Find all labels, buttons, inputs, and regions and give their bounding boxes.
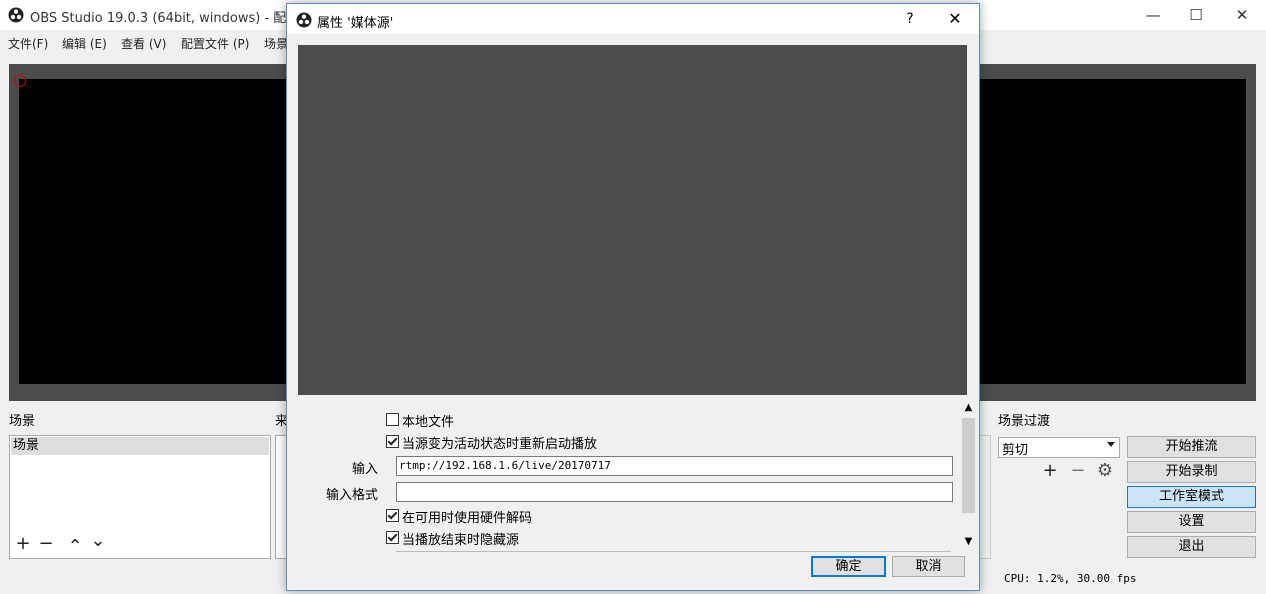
help-button[interactable]: ? — [899, 4, 921, 34]
input-format-label: 输入格式 — [325, 488, 378, 503]
chevron-up-icon[interactable]: ▲ — [960, 400, 977, 416]
remove-transition-icon[interactable]: − — [1068, 462, 1088, 480]
start-streaming-button[interactable]: 开始推流 — [1127, 436, 1256, 458]
remove-scene-icon[interactable]: − — [36, 535, 56, 553]
checkbox-icon[interactable] — [386, 531, 399, 544]
properties-scrollbar[interactable]: ▲ ▼ — [960, 400, 977, 550]
minimize-button[interactable]: — — [1130, 0, 1176, 30]
start-recording-button[interactable]: 开始录制 — [1127, 461, 1256, 483]
checkbox-icon[interactable] — [386, 435, 399, 448]
settings-button[interactable]: 设置 — [1127, 511, 1256, 533]
list-item[interactable]: 场景 — [11, 437, 269, 455]
close-button[interactable]: ✕ — [1219, 0, 1265, 30]
exit-button[interactable]: 退出 — [1127, 536, 1256, 558]
cancel-button[interactable]: 取消 — [892, 556, 965, 577]
studio-mode-button[interactable]: 工作室模式 — [1127, 486, 1256, 508]
input-format-field[interactable] — [396, 482, 953, 502]
properties-panel: 本地文件 当源变为活动状态时重新启动播放 输入 rtmp://192.168.1… — [298, 399, 977, 552]
chevron-down-icon[interactable]: ▼ — [960, 534, 977, 550]
menu-file[interactable]: 文件(F) — [8, 35, 48, 52]
restart-playback-label: 当源变为活动状态时重新启动播放 — [402, 437, 598, 452]
obs-logo-icon — [296, 12, 312, 28]
obs-logo-icon — [8, 7, 24, 23]
transition-value: 剪切 — [1002, 443, 1029, 458]
menu-view[interactable]: 查看 (V) — [121, 35, 166, 52]
move-up-icon[interactable]: ⌃ — [65, 538, 85, 556]
checkbox-icon[interactable] — [386, 509, 399, 522]
menu-edit[interactable]: 编辑 (E) — [62, 35, 107, 52]
hardware-decode-label: 在可用时使用硬件解码 — [402, 511, 533, 526]
transitions-dock-title: 场景过渡 — [998, 414, 1051, 429]
input-label: 输入 — [351, 462, 378, 477]
gear-icon[interactable]: ⚙ — [1095, 462, 1115, 480]
source-handle-icon[interactable] — [14, 75, 26, 87]
properties-dialog: 属性 '媒体源' ? ✕ 本地文件 当源变为活动状态时重新启动播放 输入 rtm… — [286, 3, 980, 591]
menu-scene-collection[interactable]: 场景 — [264, 35, 288, 52]
dialog-close-button[interactable]: ✕ — [935, 4, 975, 34]
menu-profile[interactable]: 配置文件 (P) — [181, 35, 249, 52]
ok-button[interactable]: 确定 — [811, 556, 886, 577]
hide-on-end-label: 当播放结束时隐藏源 — [402, 533, 520, 548]
window-title: OBS Studio 19.0.3 (64bit, windows) - 配置文… — [30, 11, 326, 26]
chevron-down-icon — [1107, 442, 1115, 447]
add-scene-icon[interactable]: + — [13, 535, 33, 553]
divider — [396, 551, 951, 552]
source-preview — [298, 45, 967, 395]
dialog-title: 属性 '媒体源' — [317, 16, 394, 31]
input-field[interactable]: rtmp://192.168.1.6/live/20170717 — [396, 456, 953, 476]
move-down-icon[interactable]: ⌄ — [88, 532, 108, 550]
status-bar-stats: CPU: 1.2%, 30.00 fps — [1004, 572, 1137, 585]
local-file-label: 本地文件 — [402, 415, 455, 430]
add-transition-icon[interactable]: + — [1040, 462, 1060, 480]
transition-select[interactable]: 剪切 — [998, 437, 1120, 458]
maximize-button[interactable]: ☐ — [1173, 0, 1219, 30]
scenes-dock-title: 场景 — [9, 414, 36, 429]
scrollbar-thumb[interactable] — [962, 418, 975, 513]
checkbox-icon[interactable] — [386, 413, 399, 426]
